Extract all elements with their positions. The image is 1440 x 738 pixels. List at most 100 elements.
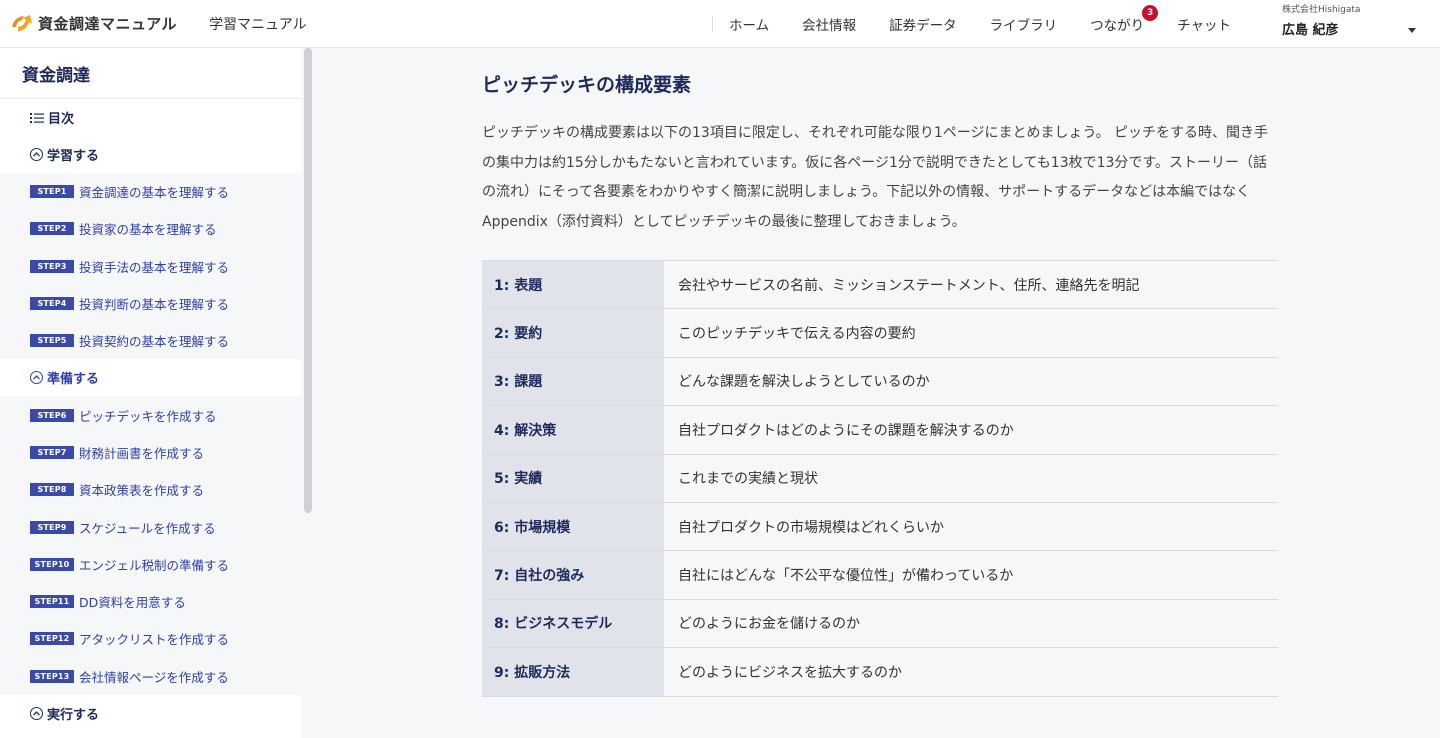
sidebar-step[interactable]: STEP5 投資契約の基本を理解する — [0, 322, 302, 360]
table-key: 5: 実績 — [482, 454, 664, 502]
sidebar-title: 資金調達 — [0, 48, 302, 99]
table-value: どのようにお金を儲けるのか — [664, 599, 1278, 648]
learning-manual-link[interactable]: 学習マニュアル — [209, 14, 307, 34]
step-badge: STEP2 — [30, 222, 74, 236]
logo-icon — [12, 14, 32, 31]
table-key: 4: 解決策 — [482, 406, 664, 454]
step-label: 財務計画書を作成する — [79, 445, 205, 461]
sidebar-section-learn[interactable]: 学習する — [0, 136, 302, 173]
table-key: 2: 要約 — [482, 309, 664, 357]
step-label: 投資手法の基本を理解する — [79, 259, 230, 275]
table-value: 自社プロダクトの市場規模はどれくらいか — [664, 502, 1278, 551]
sidebar-toc-label: 目次 — [48, 112, 75, 127]
nav-divider — [712, 16, 713, 32]
top-header: 資金調達マニュアル 学習マニュアル ホーム 会社情報 証券データ ライブラリ つ… — [0, 0, 1440, 48]
section-label: 準備する — [47, 372, 100, 388]
list-icon — [30, 112, 44, 123]
sidebar-toc[interactable]: 目次 — [0, 99, 302, 136]
table-key: 3: 課題 — [482, 357, 664, 406]
components-table: 1: 表題 会社やサービスの名前、ミッションステートメント、住所、連絡先を明記 … — [482, 260, 1278, 697]
step-label: スケジュールを作成する — [79, 520, 216, 536]
table-value: このピッチデッキで伝える内容の要約 — [664, 309, 1278, 357]
step-badge: STEP5 — [30, 334, 74, 348]
step-label: DD資料を用意する — [79, 595, 186, 611]
chevron-up-icon — [30, 706, 43, 720]
sidebar-scrollbar-thumb[interactable] — [304, 48, 312, 513]
page-title: ピッチデッキの構成要素 — [482, 74, 692, 96]
table-row: 6: 市場規模 自社プロダクトの市場規模はどれくらいか — [482, 502, 1278, 552]
step-badge: STEP13 — [30, 669, 74, 683]
table-value: どのようにビジネスを拡大するのか — [664, 648, 1278, 696]
section-label: 実行する — [47, 707, 100, 723]
company-name: 株式会社Hishigata — [1282, 5, 1361, 15]
step-badge: STEP11 — [30, 595, 74, 609]
sidebar-section-prepare[interactable]: 準備する — [0, 359, 302, 397]
sidebar-step[interactable]: STEP11 DD資料を用意する — [0, 582, 302, 621]
sidebar-step-active[interactable]: STEP6 ピッチデッキを作成する — [0, 396, 302, 434]
table-row: 3: 課題 どんな課題を解決しようとしているのか — [482, 357, 1278, 407]
user-name: 広島 紀彦 — [1282, 23, 1339, 38]
table-value: 自社にはどんな「不公平な優位性」が備わっているか — [664, 551, 1278, 599]
step-badge: STEP4 — [30, 297, 74, 311]
nav-company-info[interactable]: 会社情報 — [802, 14, 856, 34]
sidebar-step[interactable]: STEP10 エンジェル税制の準備する — [0, 545, 302, 583]
step-label: エンジェル税制の準備する — [79, 557, 230, 573]
sidebar-step[interactable]: STEP8 資本政策表を作成する — [0, 471, 302, 509]
nav-securities-data[interactable]: 証券データ — [889, 14, 957, 34]
step-label: 投資契約の基本を理解する — [79, 334, 230, 350]
nav-chat[interactable]: チャット — [1177, 14, 1231, 34]
step-label: 投資判断の基本を理解する — [79, 297, 230, 313]
table-value: 会社やサービスの名前、ミッションステートメント、住所、連絡先を明記 — [664, 261, 1278, 309]
table-value: どんな課題を解決しようとしているのか — [664, 357, 1278, 406]
step-badge: STEP10 — [30, 557, 74, 571]
step-label: 会社情報ページを作成する — [79, 669, 229, 685]
table-key: 9: 拡販方法 — [482, 648, 664, 696]
sidebar-step[interactable]: STEP2 投資家の基本を理解する — [0, 210, 302, 248]
sidebar-step[interactable]: STEP4 投資判断の基本を理解する — [0, 284, 302, 323]
chevron-up-icon — [30, 371, 43, 385]
notification-badge: 3 — [1142, 5, 1159, 21]
table-value: 自社プロダクトはどのようにその課題を解決するのか — [664, 406, 1278, 454]
step-label: 投資家の基本を理解する — [79, 222, 217, 238]
sidebar: 資金調達 目次 学習する STEP1 資金調達の基本を理解する STEP2 投資… — [0, 48, 302, 738]
chevron-up-icon — [30, 148, 43, 161]
sidebar-section-execute[interactable]: 実行する — [0, 694, 302, 732]
step-label: アタックリストを作成する — [79, 632, 230, 648]
main-nav: ホーム 会社情報 証券データ ライブラリ つながり 3 チャット — [712, 0, 1264, 48]
table-key: 8: ビジネスモデル — [482, 599, 664, 648]
brand[interactable]: 資金調達マニュアル — [8, 11, 177, 37]
table-key: 6: 市場規模 — [482, 502, 664, 551]
step-label: 資本政策表を作成する — [79, 483, 205, 499]
user-menu[interactable]: 株式会社Hishigata 広島 紀彦 — [1282, 2, 1360, 38]
table-key: 7: 自社の強み — [482, 551, 664, 599]
chevron-down-icon[interactable] — [1408, 28, 1416, 33]
table-row: 2: 要約 このピッチデッキで伝える内容の要約 — [482, 309, 1278, 358]
nav-connections[interactable]: つながり 3 — [1090, 5, 1159, 34]
table-row: 5: 実績 これまでの実績と現状 — [482, 454, 1278, 503]
table-row: 8: ビジネスモデル どのようにお金を儲けるのか — [482, 599, 1278, 649]
sidebar-step[interactable]: STEP9 スケジュールを作成する — [0, 508, 302, 546]
step-badge: STEP8 — [30, 483, 74, 497]
brand-title: 資金調達マニュアル — [38, 15, 178, 33]
step-badge: STEP3 — [30, 259, 74, 273]
step-badge: STEP12 — [30, 632, 74, 646]
table-row: 1: 表題 会社やサービスの名前、ミッションステートメント、住所、連絡先を明記 — [482, 261, 1278, 310]
section-label: 学習する — [47, 149, 100, 164]
sidebar-step[interactable]: STEP13 会社情報ページを作成する — [0, 657, 302, 695]
table-key: 1: 表題 — [482, 261, 664, 309]
sidebar-step[interactable]: STEP1 資金調達の基本を理解する — [0, 173, 302, 211]
sidebar-step[interactable]: STEP12 アタックリストを作成する — [0, 620, 302, 658]
step-badge: STEP6 — [30, 408, 74, 422]
step-badge: STEP7 — [30, 445, 74, 459]
intro-paragraph: ピッチデッキの構成要素は以下の13項目に限定し、それぞれ可能な限り1ページにまと… — [482, 125, 1269, 230]
table-row: 7: 自社の強み 自社にはどんな「不公平な優位性」が備わっているか — [482, 551, 1278, 600]
nav-library[interactable]: ライブラリ — [990, 14, 1058, 34]
nav-home[interactable]: ホーム — [729, 14, 769, 34]
table-row: 4: 解決策 自社プロダクトはどのようにその課題を解決するのか — [482, 406, 1278, 455]
table-row: 9: 拡販方法 どのようにビジネスを拡大するのか — [482, 648, 1278, 697]
sidebar-step[interactable]: STEP7 財務計画書を作成する — [0, 433, 302, 472]
step-label: ピッチデッキを作成する — [79, 408, 217, 424]
step-badge: STEP1 — [30, 185, 74, 199]
table-value: これまでの実績と現状 — [664, 454, 1278, 502]
sidebar-step[interactable]: STEP3 投資手法の基本を理解する — [0, 247, 302, 285]
